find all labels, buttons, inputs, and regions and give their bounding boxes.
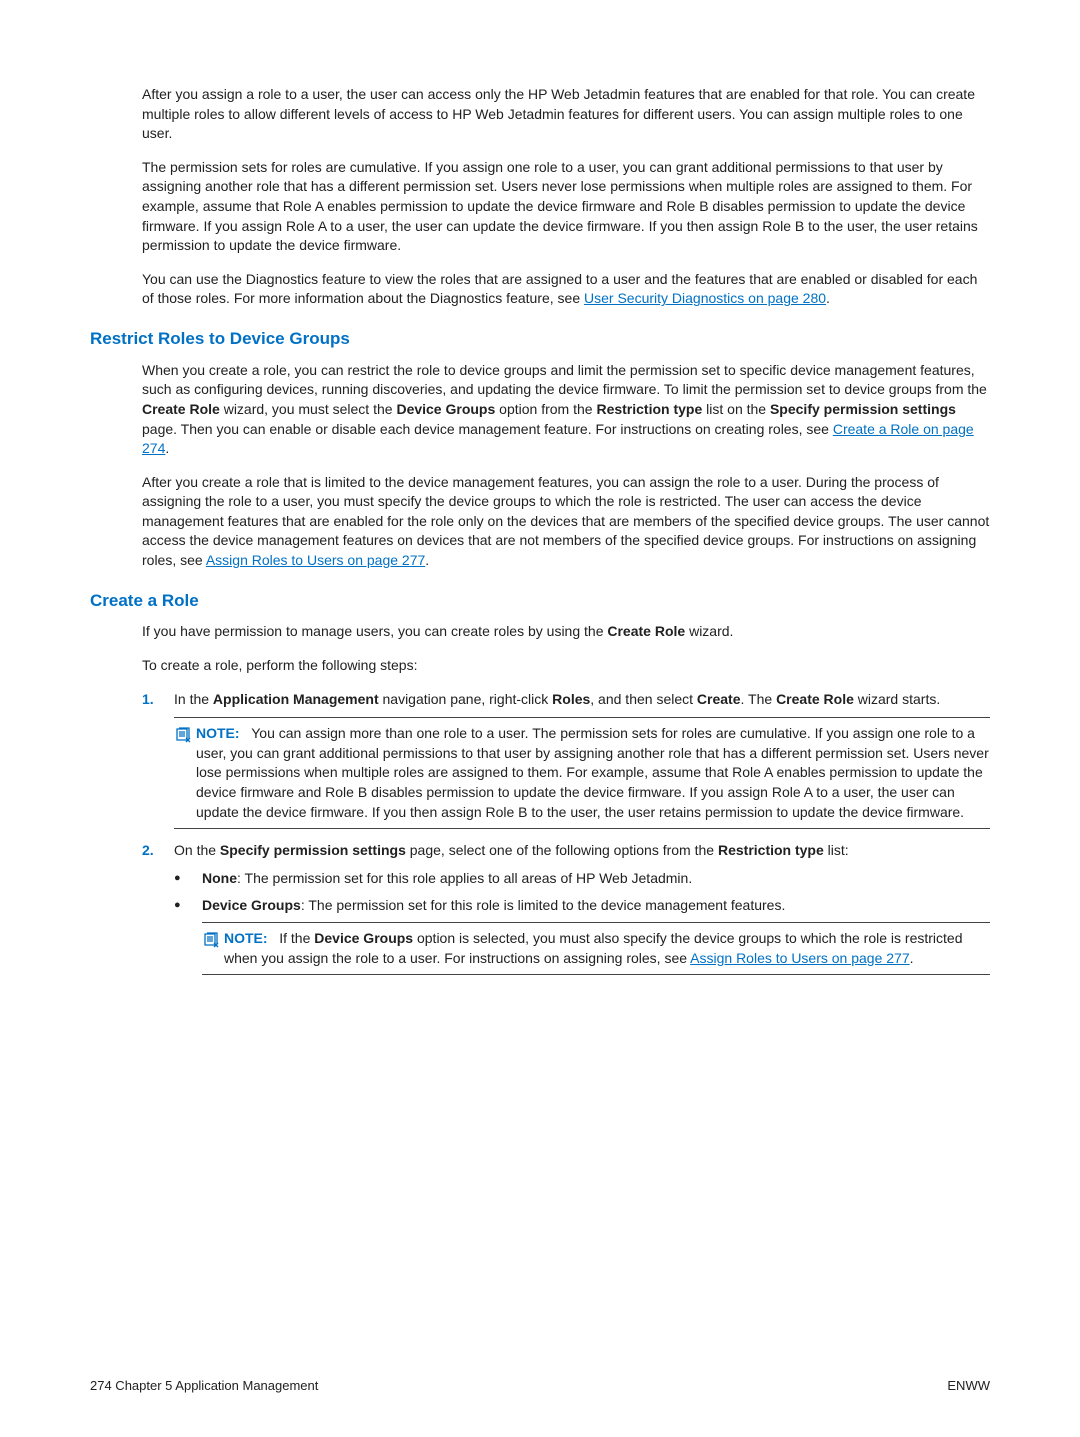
link-assign-roles-to-users[interactable]: Assign Roles to Users on page 277 — [690, 950, 909, 966]
paragraph: After you assign a role to a user, the u… — [142, 85, 990, 144]
footer-left: 274 Chapter 5 Application Management — [90, 1377, 318, 1395]
note-label: NOTE: — [196, 725, 240, 741]
paragraph: After you create a role that is limited … — [142, 473, 990, 571]
paragraph: The permission sets for roles are cumula… — [142, 158, 990, 256]
footer-right: ENWW — [947, 1377, 990, 1395]
link-user-security-diagnostics[interactable]: User Security Diagnostics on page 280 — [584, 290, 826, 306]
heading-create-a-role: Create a Role — [90, 589, 990, 613]
bullet-text: Device Groups: The permission set for th… — [202, 896, 990, 975]
heading-restrict-roles: Restrict Roles to Device Groups — [90, 327, 990, 351]
note-icon — [202, 930, 220, 948]
step-text: On the Specify permission settings page,… — [174, 841, 990, 983]
bullet-marker: ● — [174, 869, 202, 889]
paragraph: When you create a role, you can restrict… — [142, 361, 990, 459]
step-number: 1. — [142, 690, 174, 710]
bullet-text: None: The permission set for this role a… — [202, 869, 990, 889]
paragraph: If you have permission to manage users, … — [142, 622, 990, 642]
link-assign-roles-to-users[interactable]: Assign Roles to Users on page 277 — [206, 552, 425, 568]
step-text: In the Application Management navigation… — [174, 690, 990, 710]
paragraph: To create a role, perform the following … — [142, 656, 990, 676]
bullet-marker: ● — [174, 896, 202, 975]
note-icon — [174, 725, 192, 743]
note-label: NOTE: — [224, 930, 268, 946]
paragraph: You can use the Diagnostics feature to v… — [142, 270, 990, 309]
note-box: NOTE: If the Device Groups option is sel… — [202, 922, 990, 975]
note-box: NOTE: You can assign more than one role … — [174, 717, 990, 829]
step-number: 2. — [142, 841, 174, 983]
